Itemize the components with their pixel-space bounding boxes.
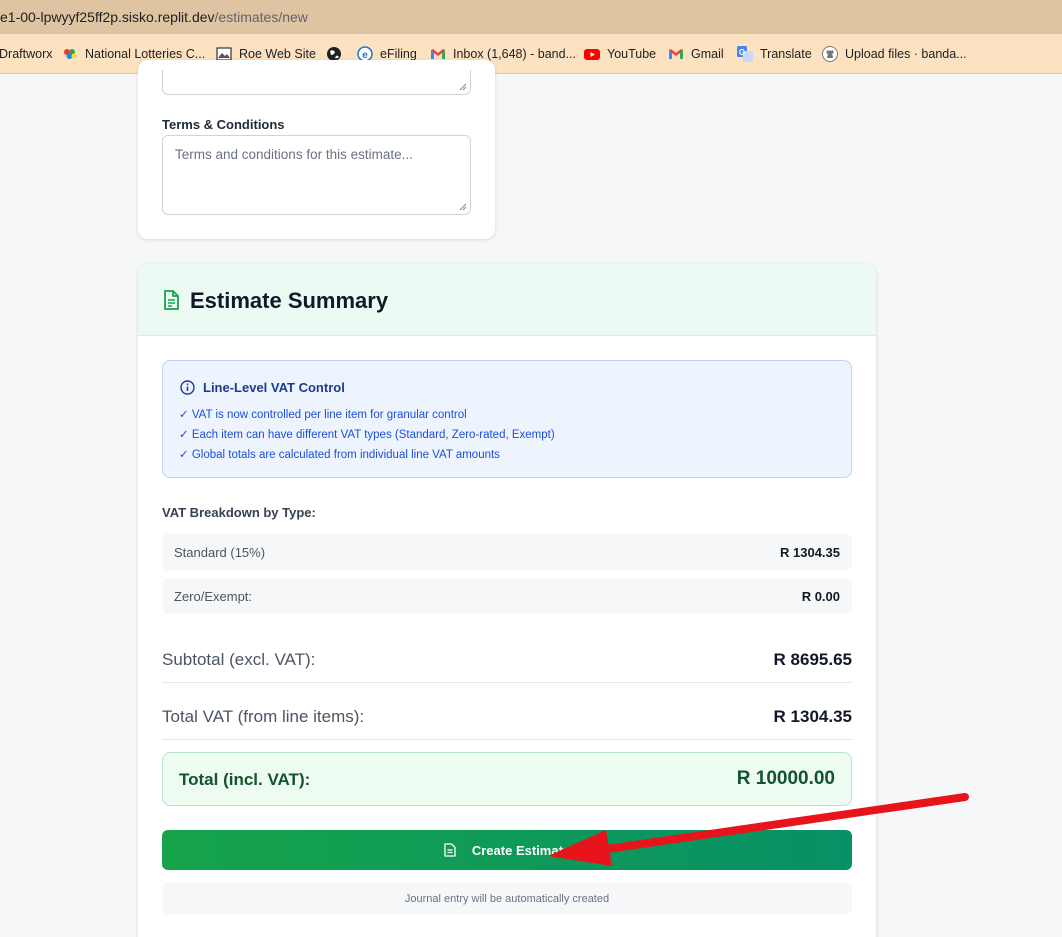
info-line: ✓ Global totals are calculated from indi… (179, 449, 500, 461)
bookmark-upload-files[interactable]: Upload files · banda... (822, 46, 967, 62)
vat-info-box: Line-Level VAT Control ✓ VAT is now cont… (162, 360, 852, 478)
document-icon (163, 290, 179, 315)
summary-header: Estimate Summary (138, 264, 876, 336)
bookmark-label: eFiling (380, 47, 417, 61)
bookmark-label: National Lotteries C... (85, 47, 206, 61)
url-text[interactable]: e1-00-lpwyyf25ff2p.sisko.replit.dev/esti… (0, 9, 308, 25)
notes-textarea[interactable] (162, 70, 471, 95)
terms-textarea[interactable]: Terms and conditions for this estimate..… (162, 135, 471, 215)
resize-grip-icon[interactable] (459, 83, 467, 91)
create-estimate-button[interactable]: Create Estimate (162, 830, 852, 870)
svg-text:G: G (739, 48, 745, 57)
vat-breakdown-title: VAT Breakdown by Type: (162, 505, 316, 520)
gmail-icon (668, 46, 684, 62)
total-vat-value: R 1304.35 (773, 707, 852, 726)
bookmark-label: Roe Web Site (239, 47, 316, 61)
bookmark-translate[interactable]: G Translate (737, 46, 812, 62)
bookmark-label: Inbox (1,648) - band... (453, 47, 576, 61)
info-title: Line-Level VAT Control (203, 380, 345, 395)
info-icon (180, 380, 195, 400)
browser-url-bar[interactable]: e1-00-lpwyyf25ff2p.sisko.replit.dev/esti… (0, 0, 1062, 34)
vat-type-value: R 0.00 (801, 589, 840, 604)
lottery-logo-icon (62, 46, 78, 62)
terms-label: Terms & Conditions (162, 117, 285, 132)
total-vat-row: Total VAT (from line items): R 1304.35 (162, 694, 852, 740)
bookmark-label: YouTube (607, 47, 657, 61)
vat-breakdown-row: Standard (15%) R 1304.35 (162, 534, 852, 570)
github-icon (822, 46, 838, 62)
url-host: e1-00-lpwyyf25ff2p.sisko.replit.dev (0, 9, 215, 25)
document-icon (444, 843, 456, 857)
bookmark-label: Upload files · banda... (845, 47, 967, 61)
vat-breakdown-row: Zero/Exempt: R 0.00 (162, 578, 852, 614)
subtotal-row: Subtotal (excl. VAT): R 8695.65 (162, 637, 852, 683)
estimate-summary-card: Estimate Summary Line-Level VAT Control … (138, 264, 876, 937)
grand-total-label: Total (incl. VAT): (179, 770, 311, 789)
bookmark-draftworx[interactable]: Draftworx (0, 46, 52, 62)
info-line: ✓ VAT is now controlled per line item fo… (179, 409, 467, 421)
bookmark-label: Translate (760, 47, 812, 61)
subtotal-value: R 8695.65 (773, 650, 852, 669)
grand-total-box: Total (incl. VAT): R 10000.00 (162, 752, 852, 806)
vat-type-label: Zero/Exempt: (174, 589, 253, 604)
vat-type-label: Standard (15%) (174, 545, 266, 560)
bookmark-label: Draftworx (0, 47, 53, 61)
vat-type-value: R 1304.35 (780, 545, 840, 560)
subtotal-label: Subtotal (excl. VAT): (162, 650, 316, 669)
info-line: ✓ Each item can have different VAT types… (179, 429, 555, 441)
translate-icon: G (737, 46, 753, 62)
bookmark-youtube[interactable]: YouTube (584, 46, 656, 62)
bookmark-gmail[interactable]: Gmail (668, 46, 724, 62)
estimate-notes-card: Terms & Conditions Terms and conditions … (138, 60, 495, 239)
total-vat-label: Total VAT (from line items): (162, 707, 365, 726)
resize-grip-icon[interactable] (459, 203, 467, 211)
bookmark-label: Gmail (691, 47, 724, 61)
summary-title: Estimate Summary (190, 288, 389, 313)
create-estimate-label: Create Estimate (471, 842, 571, 858)
grand-total-value: R 10000.00 (736, 768, 835, 789)
url-path: /estimates/new (214, 9, 308, 25)
youtube-icon (584, 46, 600, 62)
journal-note: Journal entry will be automatically crea… (162, 882, 852, 914)
terms-placeholder: Terms and conditions for this estimate..… (175, 147, 413, 162)
